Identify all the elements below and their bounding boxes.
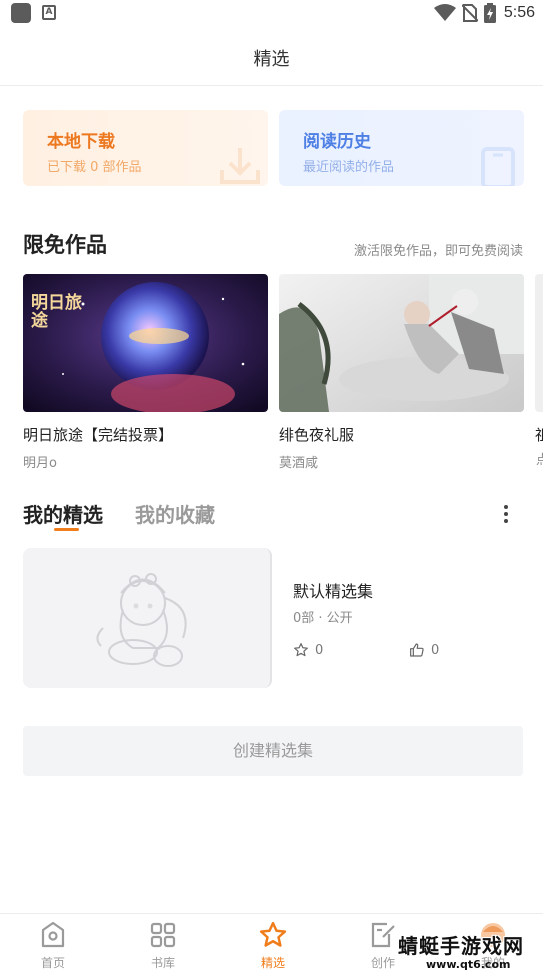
library-grid-icon	[150, 922, 176, 948]
empty-mascot-image	[96, 573, 187, 667]
star-icon	[259, 921, 287, 947]
local-download-card[interactable]: 本地下载 已下载 0 部作品	[23, 110, 268, 186]
watermark-url: www.qt6.com	[426, 958, 511, 971]
book-card[interactable]: 绯色夜礼服 莫酒咸	[279, 274, 524, 471]
book-author: 明月o	[23, 456, 57, 471]
tab-my-favorites[interactable]: 我的收藏	[135, 499, 215, 528]
book-name: 明日旅途【完结投票】	[23, 426, 174, 444]
reading-history-title: 阅读历史	[303, 132, 371, 152]
section-title-free: 限免作品	[23, 233, 107, 257]
book-cover-1: 明日旅途	[23, 274, 268, 412]
watermark-text: 蜻蜓手游戏网	[398, 934, 524, 958]
app-icon	[11, 3, 31, 23]
thumb-up-icon	[410, 643, 424, 657]
a-icon: A	[42, 5, 56, 20]
book-cover-title: 明日旅途	[31, 293, 82, 331]
clock: 5:56	[503, 4, 535, 21]
tab-underline	[54, 528, 79, 531]
book-cover-peek[interactable]	[535, 274, 543, 412]
local-download-title: 本地下载	[47, 132, 115, 152]
battery-charging-icon	[483, 3, 496, 23]
create-icon	[371, 922, 395, 948]
page-title: 精选	[253, 49, 290, 70]
phone-icon	[481, 147, 515, 186]
title-bar: 精选	[0, 26, 543, 86]
collection-likes[interactable]: 0	[409, 642, 439, 658]
book-cover-2	[279, 274, 524, 412]
collection-cover[interactable]	[23, 548, 272, 688]
nav-library[interactable]: 书库	[128, 920, 198, 971]
nav-home[interactable]: 首页	[18, 920, 88, 971]
book-author-peek: 点	[536, 453, 543, 468]
download-icon	[220, 148, 260, 184]
collection-meta: 0部 · 公开	[293, 611, 353, 626]
home-icon	[41, 921, 65, 948]
collection-stars[interactable]: 0	[293, 642, 323, 658]
book-name: 绯色夜礼服	[279, 426, 355, 444]
reading-history-subtitle: 最近阅读的作品	[303, 160, 395, 175]
stars-count: 0	[315, 642, 324, 658]
more-options-button[interactable]	[496, 503, 516, 525]
collection-name[interactable]: 默认精选集	[293, 578, 373, 602]
star-outline-icon	[294, 643, 308, 657]
nav-home-label: 首页	[40, 956, 65, 970]
no-sim-icon	[461, 4, 478, 22]
book-card[interactable]: 明日旅途 明日旅途【完结投票】 明月o	[23, 274, 268, 471]
reading-history-card[interactable]: 阅读历史 最近阅读的作品	[279, 110, 524, 186]
section-hint: 激活限免作品，即可免费阅读	[353, 244, 523, 259]
tab-my-selections[interactable]: 我的精选	[23, 499, 103, 528]
nav-library-label: 书库	[150, 956, 175, 970]
local-download-subtitle: 已下载 0 部作品	[47, 160, 142, 175]
nav-featured-label: 精选	[260, 956, 285, 970]
likes-count: 0	[431, 642, 440, 658]
more-icon	[504, 505, 508, 509]
create-collection-button[interactable]: 创建精选集	[23, 726, 523, 776]
book-name-peek: 祖	[535, 426, 543, 444]
wifi-icon	[433, 4, 456, 21]
watermark: 蜻蜓手游戏网 www.qt6.com	[398, 930, 543, 971]
status-bar: A 5:56	[0, 0, 543, 26]
nav-featured[interactable]: 精选	[238, 920, 308, 971]
status-icons: 5:56	[433, 2, 535, 24]
book-author: 莫酒咸	[279, 456, 319, 471]
